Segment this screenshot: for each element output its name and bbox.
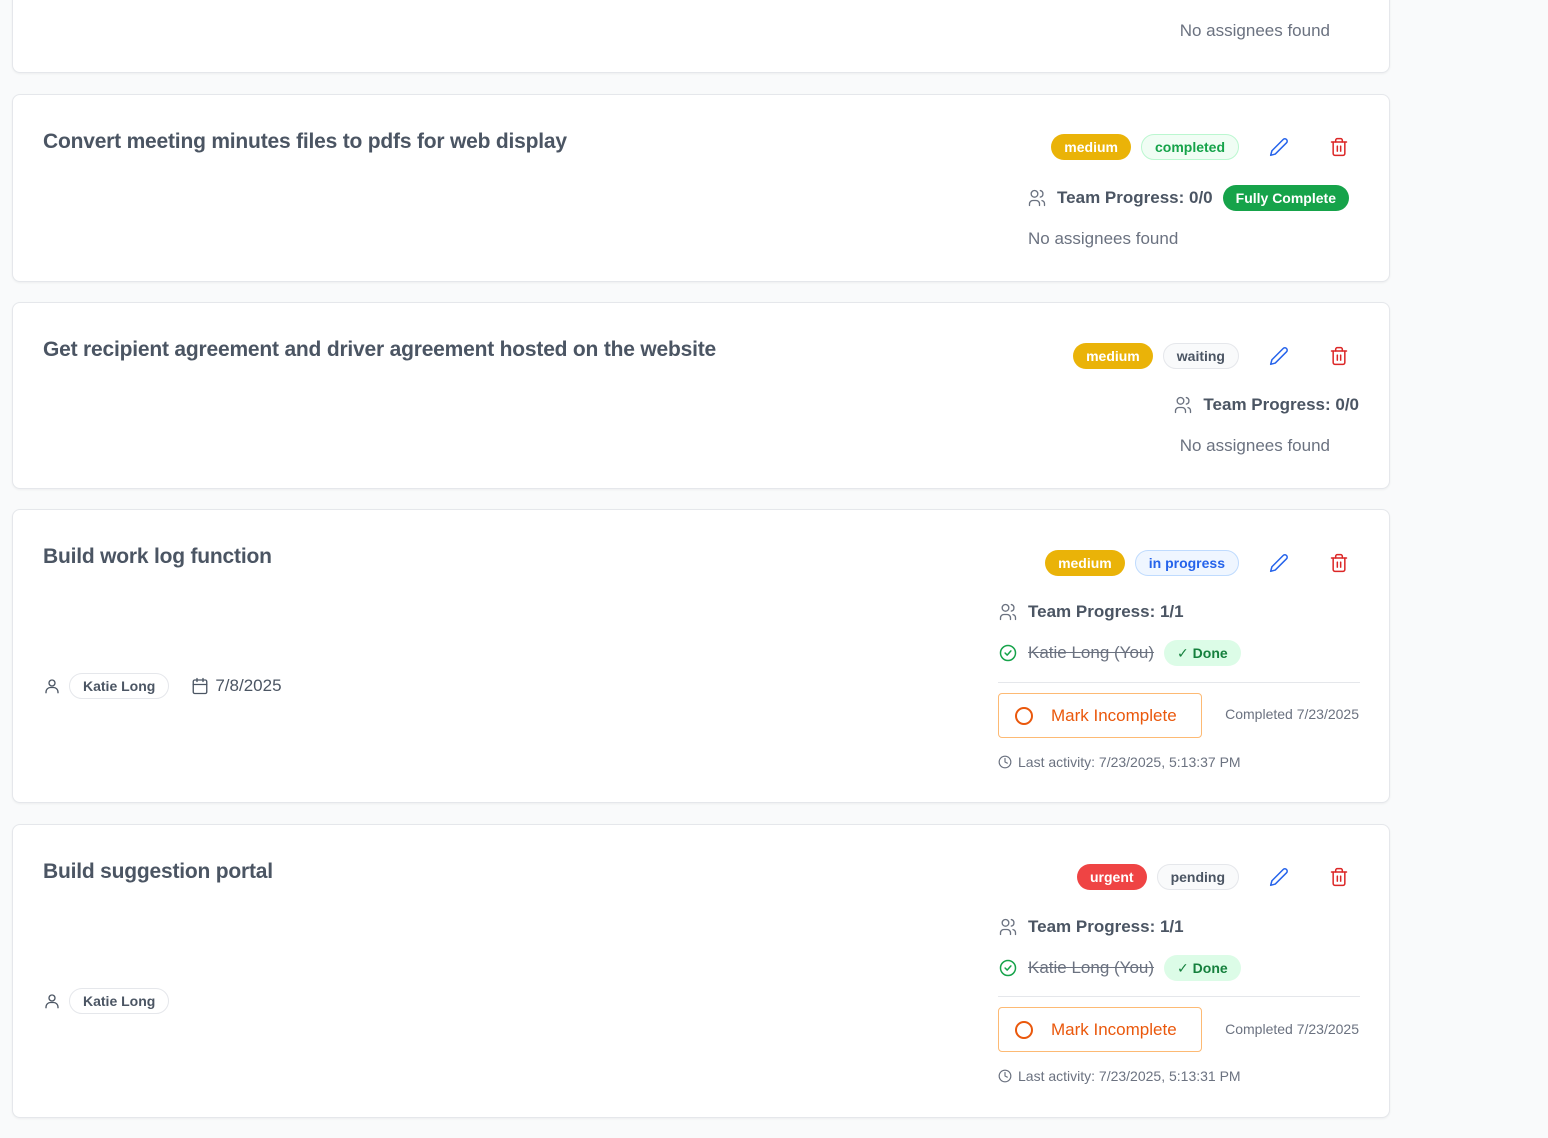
task-title: Build work log function <box>43 545 272 568</box>
assignee-name: Katie Long (You) <box>1028 958 1155 977</box>
user-icon <box>45 679 59 694</box>
task-card: No assignees found <box>12 0 1390 73</box>
team-progress-row: Team Progress: 1/1 <box>998 917 1184 937</box>
team-progress-row: Team Progress: 0/0 <box>1173 395 1359 415</box>
completed-date: Completed 7/23/2025 <box>1225 706 1359 722</box>
edit-button[interactable] <box>1259 543 1299 583</box>
task-badges: medium completed <box>1051 127 1359 167</box>
assignee-name: Katie Long (You) <box>1028 643 1155 662</box>
mark-incomplete-label: Mark Incomplete <box>1051 705 1177 725</box>
meta-row: Katie Long 7/8/2025 <box>43 673 282 699</box>
mark-incomplete-button[interactable]: Mark Incomplete <box>998 1007 1202 1052</box>
check-circle-icon <box>999 959 1017 977</box>
assignee-chip: Katie Long <box>69 673 170 699</box>
last-activity: Last activity: 7/23/2025, 5:13:37 PM <box>998 754 1241 770</box>
last-activity-text: Last activity: 7/23/2025, 5:13:37 PM <box>1018 754 1241 770</box>
users-icon <box>999 918 1017 936</box>
team-progress-label: Team Progress: 0/0 <box>1057 188 1213 207</box>
priority-badge: medium <box>1051 134 1131 160</box>
edit-button[interactable] <box>1259 127 1299 167</box>
due-date: 7/8/2025 <box>191 676 282 696</box>
edit-button[interactable] <box>1259 336 1299 376</box>
clock-icon <box>998 755 1012 769</box>
fully-complete-badge: Fully Complete <box>1222 185 1349 211</box>
user-icon <box>45 994 59 1009</box>
status-badge: completed <box>1140 134 1239 160</box>
priority-badge: medium <box>1073 343 1153 369</box>
calendar-icon <box>192 677 208 695</box>
meta-row: Katie Long <box>43 988 170 1014</box>
task-badges: medium in progress <box>1045 543 1359 583</box>
task-card: Get recipient agreement and driver agree… <box>12 302 1390 489</box>
check-circle-icon <box>999 644 1017 662</box>
priority-badge: urgent <box>1077 864 1147 890</box>
status-badge: pending <box>1156 864 1239 890</box>
users-icon <box>999 603 1017 621</box>
last-activity-text: Last activity: 7/23/2025, 5:13:31 PM <box>1018 1068 1241 1084</box>
last-activity: Last activity: 7/23/2025, 5:13:31 PM <box>998 1068 1241 1084</box>
no-assignees-text: No assignees found <box>1179 436 1330 455</box>
task-badges: urgent pending <box>1077 857 1359 897</box>
pencil-icon <box>1269 347 1288 366</box>
circle-icon <box>1015 706 1033 725</box>
delete-button[interactable] <box>1319 857 1359 897</box>
team-progress-row: Team Progress: 0/0 Fully Complete <box>1027 185 1349 211</box>
delete-button[interactable] <box>1319 336 1359 376</box>
completed-date: Completed 7/23/2025 <box>1225 1021 1359 1037</box>
done-badge: ✓ Done <box>1164 640 1241 666</box>
users-icon <box>1028 189 1046 207</box>
status-badge: waiting <box>1162 343 1239 369</box>
task-card: Build work log function medium in progre… <box>12 509 1390 803</box>
circle-icon <box>1015 1020 1033 1039</box>
assignee-row: Katie Long (You) ✓ Done <box>998 640 1241 666</box>
trash-icon <box>1330 553 1348 573</box>
done-badge: ✓ Done <box>1164 955 1241 981</box>
delete-button[interactable] <box>1319 543 1359 583</box>
task-title: Get recipient agreement and driver agree… <box>43 338 716 361</box>
no-assignees-text: No assignees found <box>1028 229 1179 248</box>
trash-icon <box>1330 137 1348 157</box>
due-date-text: 7/8/2025 <box>215 676 282 695</box>
team-progress-label: Team Progress: 0/0 <box>1203 395 1359 414</box>
edit-button[interactable] <box>1259 857 1299 897</box>
mark-incomplete-button[interactable]: Mark Incomplete <box>998 693 1202 738</box>
team-progress-label: Team Progress: 1/1 <box>1028 602 1184 621</box>
users-icon <box>1175 396 1192 414</box>
divider <box>998 996 1360 997</box>
task-card: Convert meeting minutes files to pdfs fo… <box>12 94 1390 282</box>
priority-badge: medium <box>1045 550 1125 576</box>
task-title: Build suggestion portal <box>43 860 273 883</box>
assignee-row: Katie Long (You) ✓ Done <box>998 955 1241 981</box>
pencil-icon <box>1269 868 1288 887</box>
divider <box>998 682 1360 683</box>
assignee-chip: Katie Long <box>69 988 170 1014</box>
no-assignees-text: No assignees found <box>1179 21 1330 40</box>
pencil-icon <box>1269 138 1288 157</box>
team-progress-row: Team Progress: 1/1 <box>998 602 1184 622</box>
team-progress-label: Team Progress: 1/1 <box>1028 917 1184 936</box>
clock-icon <box>998 1069 1012 1083</box>
task-badges: medium waiting <box>1073 336 1359 376</box>
delete-button[interactable] <box>1319 127 1359 167</box>
pencil-icon <box>1269 554 1288 573</box>
trash-icon <box>1330 867 1348 887</box>
task-card: Build suggestion portal urgent pending T… <box>12 824 1390 1118</box>
mark-incomplete-label: Mark Incomplete <box>1051 1019 1177 1039</box>
status-badge: in progress <box>1134 550 1239 576</box>
trash-icon <box>1330 346 1348 366</box>
task-title: Convert meeting minutes files to pdfs fo… <box>43 130 567 153</box>
